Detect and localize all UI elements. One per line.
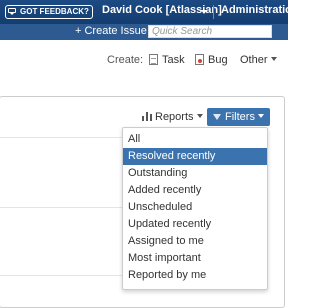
filter-option[interactable]: Unscheduled: [123, 199, 267, 216]
create-other-button[interactable]: Other: [240, 54, 277, 66]
filter-option[interactable]: Added recently: [123, 182, 267, 199]
bug-icon: [195, 54, 204, 65]
reports-button[interactable]: Reports: [142, 109, 203, 125]
filter-option-active[interactable]: Resolved recently: [123, 148, 267, 165]
filter-option[interactable]: Reported by me: [123, 267, 267, 284]
row-divider: [0, 207, 122, 208]
chevron-down-icon: [257, 114, 264, 118]
row-divider: [0, 137, 122, 138]
filter-option[interactable]: Assigned to me: [123, 233, 267, 250]
bug-label: Bug: [208, 54, 228, 66]
other-label: Other: [240, 54, 268, 66]
chevron-down-icon: [196, 114, 203, 118]
filters-button[interactable]: Filters: [207, 108, 270, 126]
filter-option[interactable]: Most important: [123, 250, 267, 267]
filter-icon: [213, 114, 221, 120]
filter-option[interactable]: Updated recently: [123, 216, 267, 233]
filters-label: Filters: [225, 111, 255, 123]
row-divider: [0, 275, 122, 276]
create-bar: Create: Task Bug Other: [0, 52, 288, 70]
reports-label: Reports: [155, 111, 194, 123]
quick-search-input[interactable]: [148, 25, 272, 38]
create-task-button[interactable]: Task: [149, 54, 185, 66]
create-label: Create:: [107, 54, 144, 66]
divider: [213, 5, 214, 19]
administration-link[interactable]: Administration: [221, 4, 299, 16]
chart-icon: [142, 111, 152, 121]
filter-option[interactable]: Outstanding: [123, 165, 267, 182]
filter-option[interactable]: All: [123, 131, 267, 148]
create-bug-button[interactable]: Bug: [195, 54, 228, 66]
top-header: GOT FEEDBACK? David Cook [Atlassian] Adm…: [0, 0, 299, 24]
feedback-button[interactable]: GOT FEEDBACK?: [5, 5, 93, 19]
create-issue-button[interactable]: + Create Issue: [75, 25, 147, 37]
task-icon: [149, 54, 158, 65]
action-bar: + Create Issue: [0, 24, 288, 40]
chevron-down-icon: [270, 57, 277, 61]
feedback-label: GOT FEEDBACK?: [20, 7, 89, 16]
task-label: Task: [162, 54, 185, 66]
speech-bubble-icon: [8, 8, 17, 16]
filters-dropdown: All Resolved recently Outstanding Added …: [122, 127, 268, 290]
chevron-down-icon[interactable]: [201, 10, 207, 14]
